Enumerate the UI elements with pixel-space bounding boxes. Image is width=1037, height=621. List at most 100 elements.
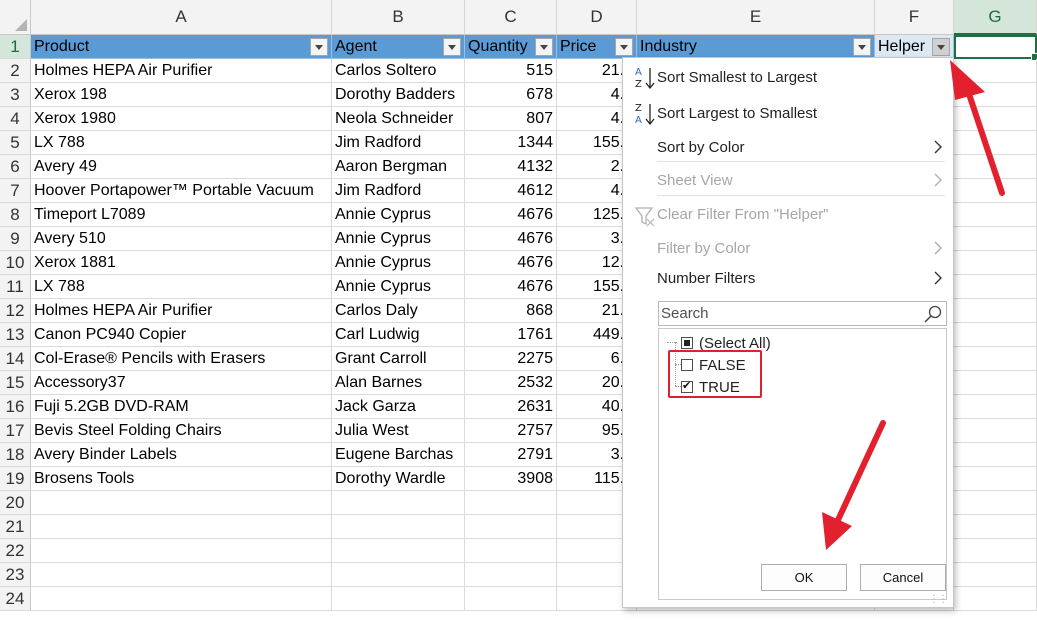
row-header[interactable]: 6 bbox=[0, 155, 31, 179]
cell-quantity[interactable]: 3908 bbox=[465, 467, 557, 491]
cell-agent[interactable]: Carlos Soltero bbox=[332, 59, 465, 83]
cell-agent[interactable] bbox=[332, 539, 465, 563]
cell-quantity[interactable]: 4676 bbox=[465, 275, 557, 299]
cell-quantity[interactable]: 2532 bbox=[465, 371, 557, 395]
empty-cell[interactable] bbox=[954, 275, 1037, 299]
cell-agent[interactable]: Annie Cyprus bbox=[332, 203, 465, 227]
empty-cell[interactable] bbox=[954, 443, 1037, 467]
cell-agent[interactable]: Eugene Barchas bbox=[332, 443, 465, 467]
column-header-f[interactable]: F bbox=[875, 0, 954, 35]
cell-product[interactable] bbox=[31, 515, 332, 539]
checkbox-select-all[interactable] bbox=[681, 337, 693, 349]
cell-quantity[interactable]: 4612 bbox=[465, 179, 557, 203]
cell-product[interactable]: Holmes HEPA Air Purifier bbox=[31, 59, 332, 83]
row-header[interactable]: 20 bbox=[0, 491, 31, 515]
cell-quantity[interactable] bbox=[465, 563, 557, 587]
cell-product[interactable]: Xerox 198 bbox=[31, 83, 332, 107]
cell-quantity[interactable]: 4676 bbox=[465, 203, 557, 227]
cell-product[interactable]: LX 788 bbox=[31, 275, 332, 299]
cell-product[interactable]: Xerox 1980 bbox=[31, 107, 332, 131]
empty-cell[interactable] bbox=[954, 299, 1037, 323]
cell-agent[interactable] bbox=[332, 563, 465, 587]
header-cell-price[interactable]: Price bbox=[557, 35, 637, 59]
filter-dropdown-icon[interactable] bbox=[932, 38, 950, 56]
cell-agent[interactable]: Jack Garza bbox=[332, 395, 465, 419]
cell-product[interactable]: Avery 510 bbox=[31, 227, 332, 251]
cell-product[interactable] bbox=[31, 587, 332, 611]
filter-dropdown-icon[interactable] bbox=[535, 38, 553, 56]
row-header[interactable]: 2 bbox=[0, 59, 31, 83]
sort-ascending-item[interactable]: A Z Sort Smallest to Largest bbox=[623, 60, 953, 94]
cell-agent[interactable]: Jim Radford bbox=[332, 179, 465, 203]
row-header[interactable]: 7 bbox=[0, 179, 31, 203]
empty-cell[interactable] bbox=[954, 515, 1037, 539]
cell-agent[interactable] bbox=[332, 515, 465, 539]
cell-product[interactable]: Accessory37 bbox=[31, 371, 332, 395]
cell-quantity[interactable]: 515 bbox=[465, 59, 557, 83]
cell-agent[interactable] bbox=[332, 491, 465, 515]
cell-agent[interactable]: Jim Radford bbox=[332, 131, 465, 155]
empty-cell[interactable] bbox=[954, 563, 1037, 587]
row-header[interactable]: 15 bbox=[0, 371, 31, 395]
row-header[interactable]: 9 bbox=[0, 227, 31, 251]
sort-descending-item[interactable]: Z A Sort Largest to Smallest bbox=[623, 96, 953, 130]
cell-product[interactable]: Brosens Tools bbox=[31, 467, 332, 491]
cell-quantity[interactable]: 4132 bbox=[465, 155, 557, 179]
cell-quantity[interactable]: 1344 bbox=[465, 131, 557, 155]
row-header[interactable]: 13 bbox=[0, 323, 31, 347]
cell-agent[interactable]: Alan Barnes bbox=[332, 371, 465, 395]
cell-product[interactable]: Avery Binder Labels bbox=[31, 443, 332, 467]
cell-product[interactable]: Holmes HEPA Air Purifier bbox=[31, 299, 332, 323]
empty-cell[interactable] bbox=[954, 227, 1037, 251]
empty-cell[interactable] bbox=[954, 491, 1037, 515]
header-cell-industry[interactable]: Industry bbox=[637, 35, 875, 59]
row-header[interactable]: 22 bbox=[0, 539, 31, 563]
filter-dropdown-icon[interactable] bbox=[853, 38, 871, 56]
column-header-c[interactable]: C bbox=[465, 0, 557, 35]
row-header[interactable]: 4 bbox=[0, 107, 31, 131]
empty-cell[interactable] bbox=[954, 107, 1037, 131]
empty-cell[interactable] bbox=[954, 59, 1037, 83]
row-header[interactable]: 17 bbox=[0, 419, 31, 443]
header-cell-quantity[interactable]: Quantity bbox=[465, 35, 557, 59]
empty-cell[interactable] bbox=[954, 467, 1037, 491]
row-header[interactable]: 3 bbox=[0, 83, 31, 107]
cell-quantity[interactable] bbox=[465, 515, 557, 539]
cell-agent[interactable]: Annie Cyprus bbox=[332, 227, 465, 251]
row-header[interactable]: 23 bbox=[0, 563, 31, 587]
filter-search-input[interactable]: Search bbox=[658, 301, 947, 326]
cell-quantity[interactable]: 2791 bbox=[465, 443, 557, 467]
cell-quantity[interactable]: 2757 bbox=[465, 419, 557, 443]
cell-agent[interactable]: Annie Cyprus bbox=[332, 251, 465, 275]
row-header[interactable]: 21 bbox=[0, 515, 31, 539]
cell-agent[interactable]: Carl Ludwig bbox=[332, 323, 465, 347]
header-cell-agent[interactable]: Agent bbox=[332, 35, 465, 59]
empty-cell[interactable] bbox=[954, 539, 1037, 563]
row-header[interactable]: 8 bbox=[0, 203, 31, 227]
empty-cell[interactable] bbox=[954, 323, 1037, 347]
cell-product[interactable] bbox=[31, 563, 332, 587]
empty-cell[interactable] bbox=[954, 419, 1037, 443]
filter-dropdown-icon[interactable] bbox=[443, 38, 461, 56]
cell-agent[interactable]: Dorothy Wardle bbox=[332, 467, 465, 491]
cell-agent[interactable] bbox=[332, 587, 465, 611]
cell-agent[interactable]: Annie Cyprus bbox=[332, 275, 465, 299]
empty-cell[interactable] bbox=[954, 131, 1037, 155]
cell-product[interactable]: LX 788 bbox=[31, 131, 332, 155]
cell-product[interactable] bbox=[31, 539, 332, 563]
empty-cell[interactable] bbox=[954, 203, 1037, 227]
cell-quantity[interactable] bbox=[465, 491, 557, 515]
row-header[interactable]: 19 bbox=[0, 467, 31, 491]
cell-product[interactable] bbox=[31, 491, 332, 515]
empty-cell[interactable] bbox=[954, 347, 1037, 371]
cell-agent[interactable]: Grant Carroll bbox=[332, 347, 465, 371]
cell-agent[interactable]: Dorothy Badders bbox=[332, 83, 465, 107]
cell-product[interactable]: Avery 49 bbox=[31, 155, 332, 179]
empty-cell[interactable] bbox=[954, 371, 1037, 395]
cell-quantity[interactable]: 1761 bbox=[465, 323, 557, 347]
row-header[interactable]: 1 bbox=[0, 35, 31, 59]
cell-agent[interactable]: Aaron Bergman bbox=[332, 155, 465, 179]
sort-by-color-item[interactable]: Sort by Color bbox=[623, 130, 953, 164]
row-header[interactable]: 14 bbox=[0, 347, 31, 371]
cell-quantity[interactable]: 868 bbox=[465, 299, 557, 323]
